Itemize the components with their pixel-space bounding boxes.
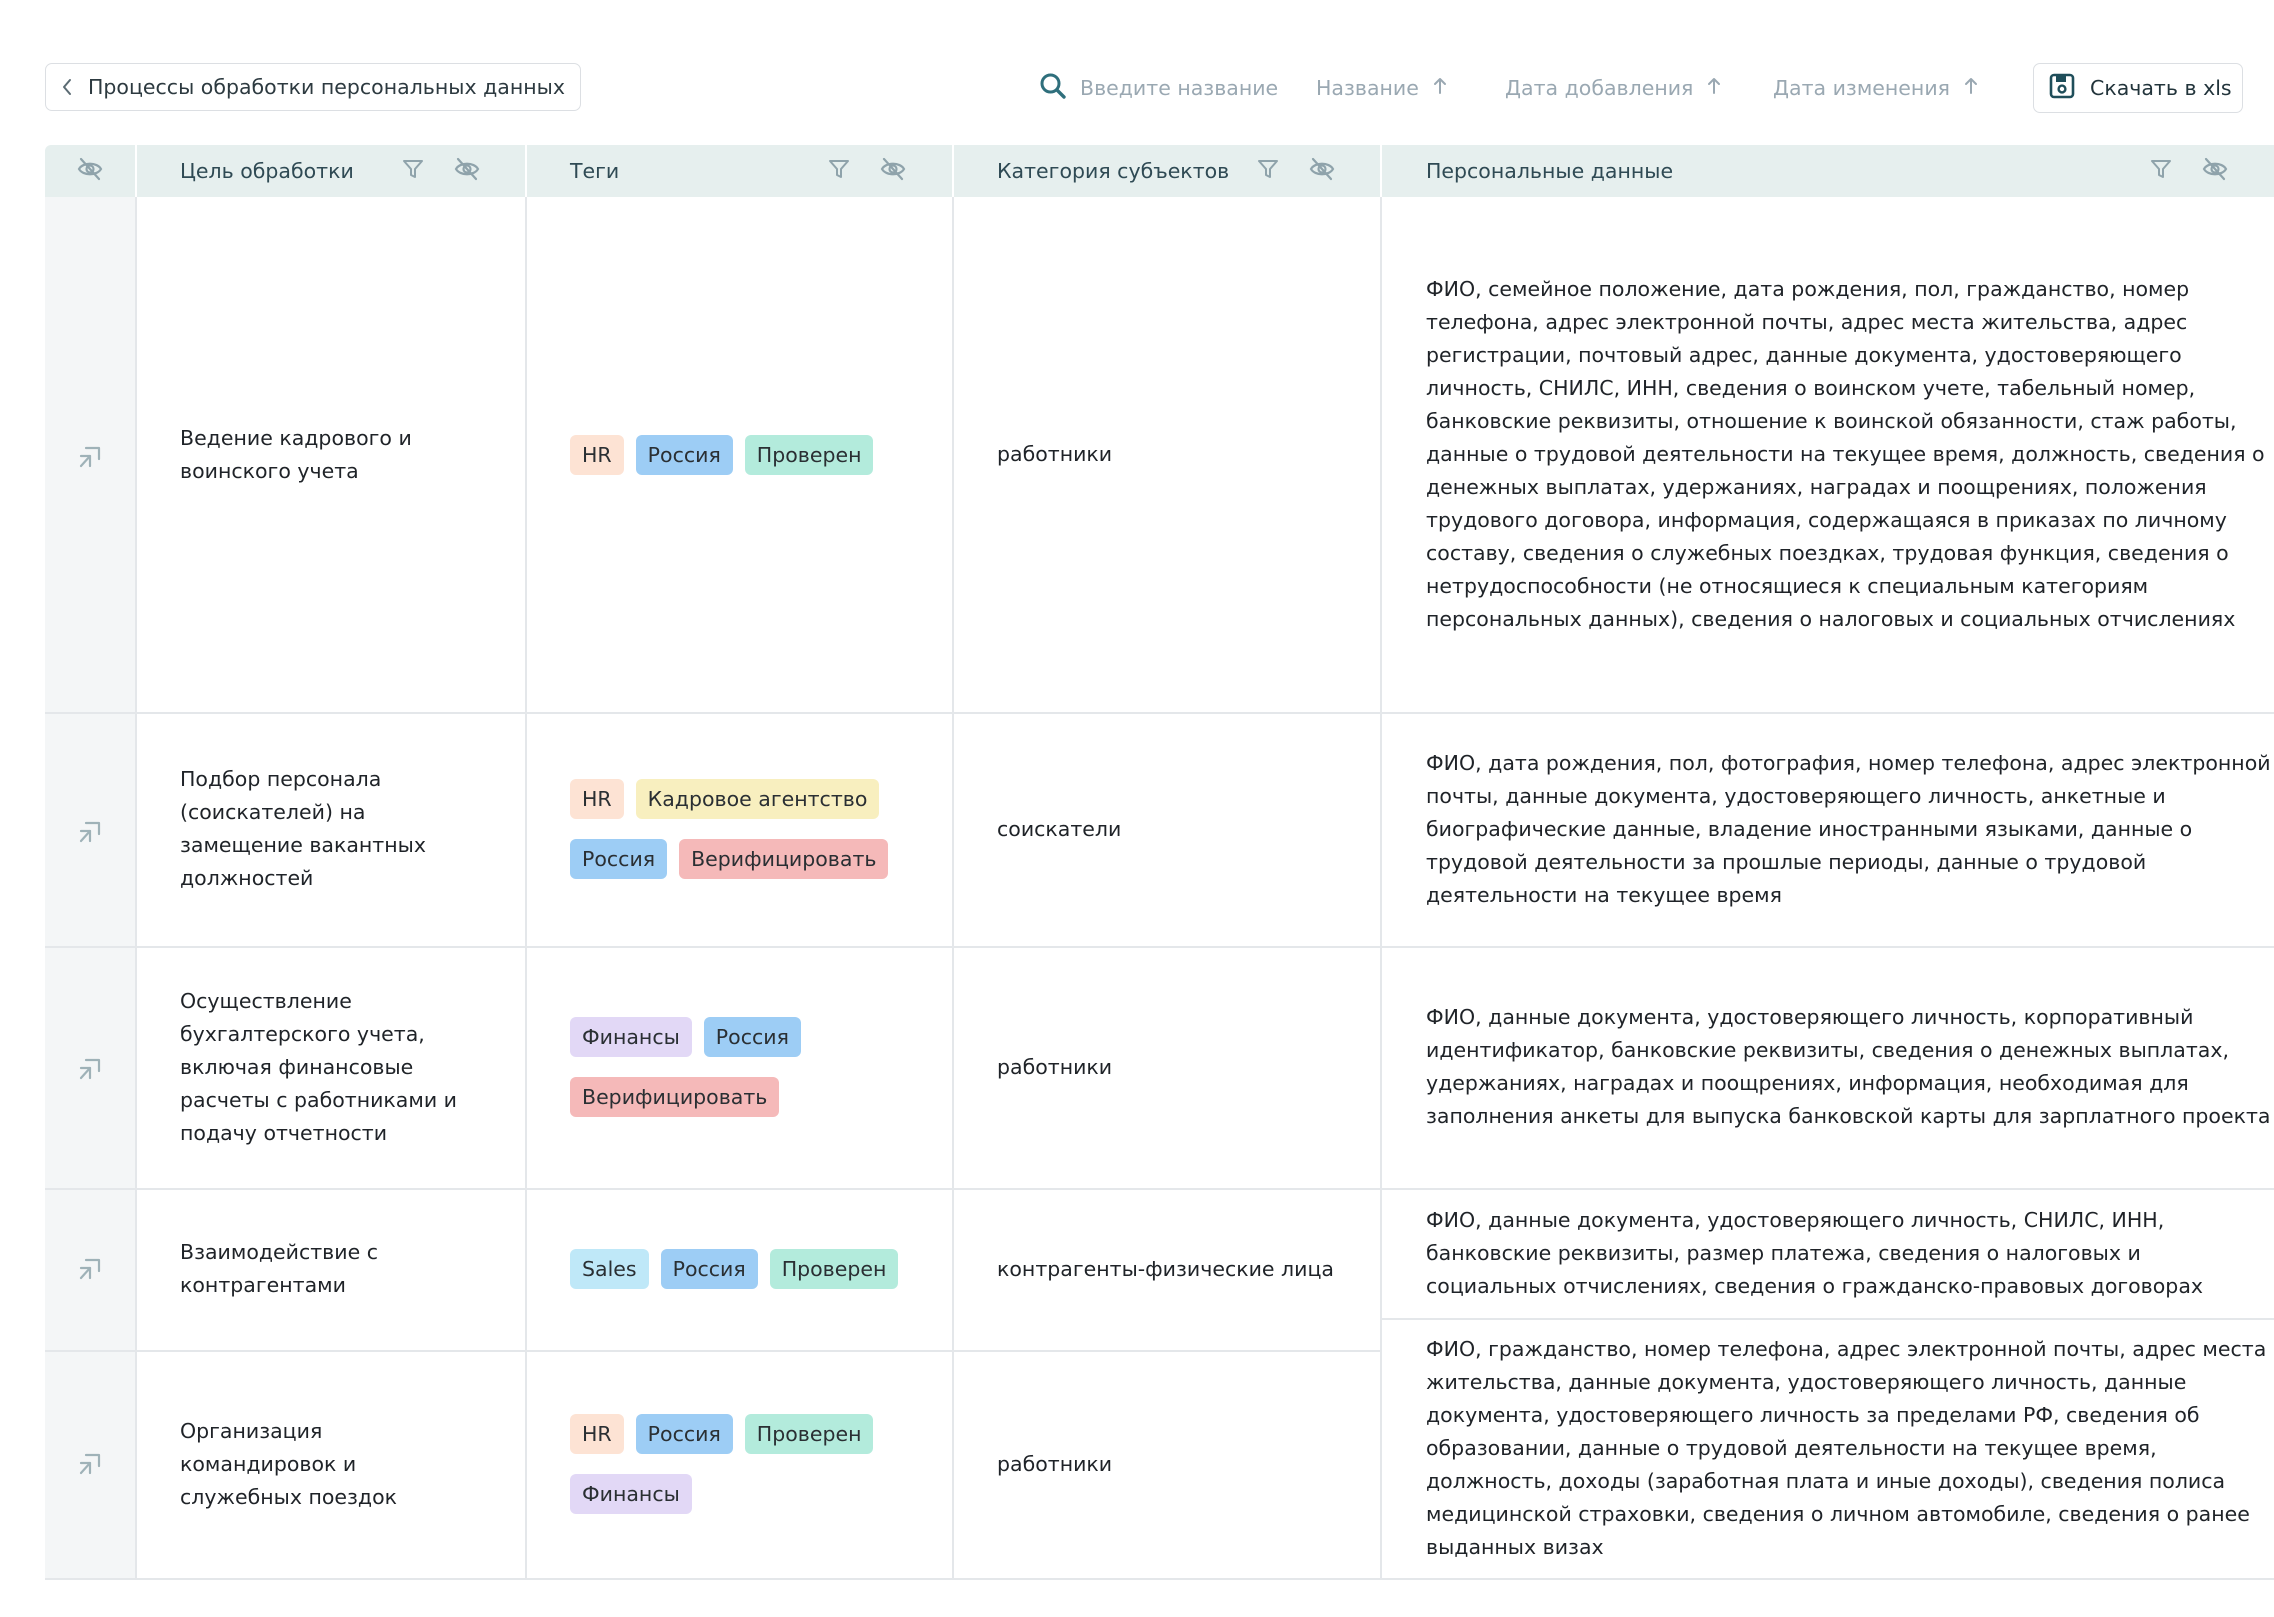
filter-icon[interactable] xyxy=(2149,157,2173,185)
tag[interactable]: Верифицировать xyxy=(570,1077,780,1117)
row-actions-column xyxy=(45,197,135,1580)
subject-category: работники xyxy=(997,1451,1113,1476)
tag[interactable]: Россия xyxy=(635,434,733,475)
column-header-subjects[interactable]: Категория субъектов xyxy=(997,145,1229,197)
tag[interactable]: HR xyxy=(570,434,624,475)
subject-category: работники xyxy=(997,442,1113,466)
purpose-text: Осуществление бухгалтерского учета, вклю… xyxy=(180,988,458,1145)
sort-added-label: Дата добавления xyxy=(1505,76,1694,100)
table-header: Цель обработки Теги Категория субъектов … xyxy=(45,145,2274,197)
purpose-text: Организация командировок и служебных пое… xyxy=(180,1418,398,1509)
arrow-up-icon xyxy=(1707,76,1721,101)
back-button[interactable]: Процессы обработки персональных данных xyxy=(45,63,581,111)
column-header-tags[interactable]: Теги xyxy=(570,145,619,197)
processes-table: Цель обработки Теги Категория субъектов … xyxy=(45,145,2274,1580)
subject-category: соискатели xyxy=(997,816,1122,841)
eye-off-icon[interactable] xyxy=(879,155,907,187)
tag[interactable]: Проверен xyxy=(769,1249,899,1289)
personal-data-text: ФИО, дата рождения, пол, фотография, ном… xyxy=(1426,750,2271,907)
download-label: Скачать в xls xyxy=(2090,76,2232,100)
tag[interactable]: Кадровое агентство xyxy=(635,779,880,819)
sort-by-name[interactable]: Название xyxy=(1316,68,1447,108)
open-link-icon[interactable] xyxy=(75,1254,105,1284)
personal-data-text: ФИО, данные документа, удостоверяющего л… xyxy=(1426,1005,2271,1128)
tag-list: Sales Россия Проверен xyxy=(570,1249,899,1289)
open-link-icon[interactable] xyxy=(75,442,105,472)
page: Процессы обработки персональных данных Н… xyxy=(0,0,2274,1617)
filter-icon[interactable] xyxy=(827,157,851,185)
arrow-up-icon xyxy=(1964,76,1978,101)
eye-off-icon xyxy=(76,155,104,188)
tag[interactable]: HR xyxy=(570,1414,624,1454)
tag[interactable]: Финансы xyxy=(570,1017,692,1057)
search-box[interactable] xyxy=(1038,68,1298,108)
personal-data-text: ФИО, гражданство, номер телефона, адрес … xyxy=(1426,1336,2267,1559)
column-header-personal-data[interactable]: Персональные данные xyxy=(1426,145,1673,197)
download-xls-button[interactable]: Скачать в xls xyxy=(2033,63,2243,113)
floppy-disk-icon xyxy=(2048,72,2076,105)
eye-off-icon[interactable] xyxy=(1308,155,1336,187)
hide-all-columns[interactable] xyxy=(45,145,135,197)
subject-category: контрагенты-физические лица xyxy=(997,1256,1334,1281)
filter-icon[interactable] xyxy=(1256,157,1280,185)
purpose-text: Подбор персонала (соискателей) на замеще… xyxy=(180,767,426,890)
sort-by-date-changed[interactable]: Дата изменения xyxy=(1773,68,1978,108)
sort-name-label: Название xyxy=(1316,76,1419,100)
eye-off-icon[interactable] xyxy=(453,155,481,187)
tag[interactable]: Россия xyxy=(660,1249,758,1289)
tag[interactable]: Проверен xyxy=(744,1414,874,1454)
column-header-purpose[interactable]: Цель обработки xyxy=(180,145,354,197)
search-icon xyxy=(1038,71,1068,105)
personal-data-text: ФИО, семейное положение, дата рождения, … xyxy=(1426,277,2265,631)
eye-off-icon[interactable] xyxy=(2201,155,2229,187)
open-link-icon[interactable] xyxy=(75,1054,105,1084)
purpose-text: Взаимодействие с контрагентами xyxy=(180,1240,378,1297)
sort-changed-label: Дата изменения xyxy=(1773,76,1950,100)
tag[interactable]: Финансы xyxy=(570,1474,692,1514)
purpose-text: Ведение кадрового и воинского учета xyxy=(180,425,412,483)
filter-icon[interactable] xyxy=(401,157,425,185)
tag-list: HR Кадровое агентство Россия Верифициров… xyxy=(570,779,930,879)
open-link-icon[interactable] xyxy=(75,817,105,847)
chevron-left-icon xyxy=(60,77,74,97)
back-button-label: Процессы обработки персональных данных xyxy=(88,75,565,99)
tag[interactable]: Верифицировать xyxy=(679,839,889,879)
tag[interactable]: Россия xyxy=(635,1414,733,1454)
tag[interactable]: Россия xyxy=(570,839,668,879)
tag-list: Финансы Россия Верифицировать xyxy=(570,1017,850,1117)
tag-list: HR Россия Проверен Финансы xyxy=(570,1414,930,1514)
arrow-up-icon xyxy=(1433,76,1447,101)
tag[interactable]: HR xyxy=(570,779,624,819)
personal-data-text: ФИО, данные документа, удостоверяющего л… xyxy=(1426,1207,2204,1298)
tag[interactable]: Россия xyxy=(703,1017,801,1057)
subject-category: работники xyxy=(997,1054,1113,1079)
tag-list: HR Россия Проверен xyxy=(570,434,874,475)
tag[interactable]: Проверен xyxy=(744,434,874,475)
search-input[interactable] xyxy=(1080,76,1280,100)
tag[interactable]: Sales xyxy=(570,1249,649,1289)
open-link-icon[interactable] xyxy=(75,1449,105,1479)
toolbar: Процессы обработки персональных данных Н… xyxy=(0,0,2274,145)
sort-by-date-added[interactable]: Дата добавления xyxy=(1505,68,1721,108)
